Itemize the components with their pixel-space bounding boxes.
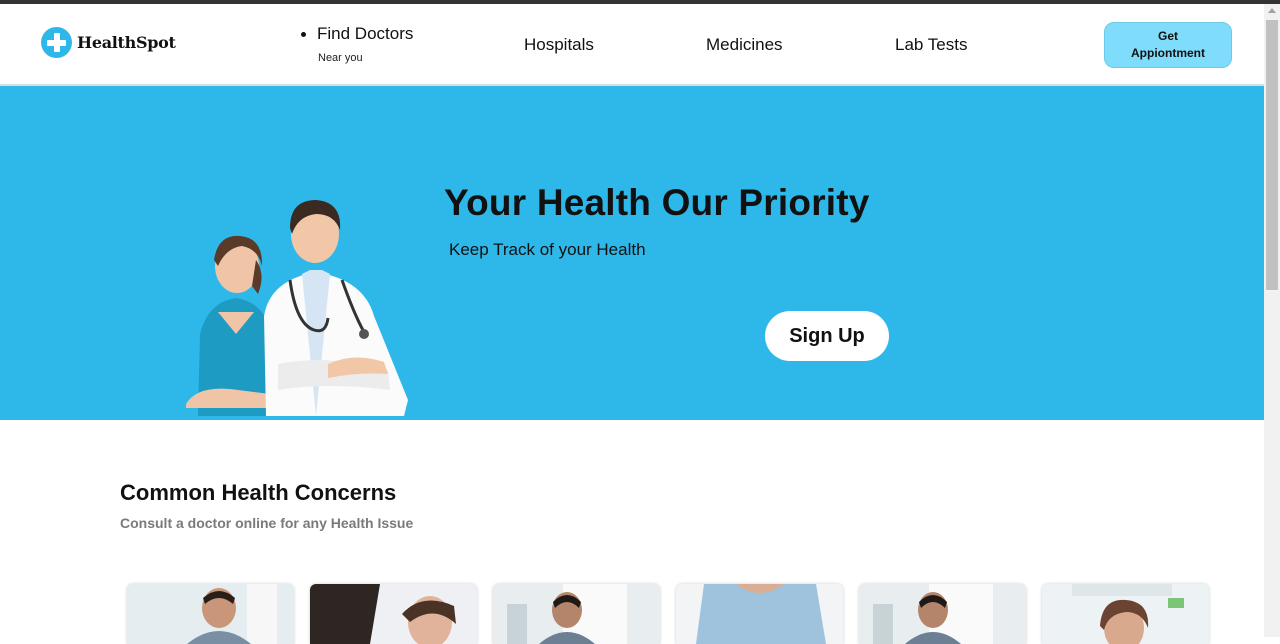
hero-subtitle: Keep Track of your Health — [449, 240, 646, 259]
concern-card-image — [1042, 584, 1209, 644]
logo[interactable]: HealthSpot — [41, 27, 176, 58]
concern-card-image — [859, 584, 1026, 644]
concern-card[interactable] — [310, 584, 477, 644]
hero-banner: Your Health Our Priority Keep Track of y… — [0, 86, 1264, 420]
bullet-icon — [301, 31, 306, 37]
concern-card[interactable] — [127, 584, 294, 644]
nav-find-doctors[interactable]: Find Doctors Near you — [301, 24, 413, 64]
medical-cross-icon — [41, 27, 72, 58]
sign-up-button[interactable]: Sign Up — [765, 311, 889, 361]
concern-card[interactable] — [676, 584, 843, 644]
nav-medicines[interactable]: Medicines — [706, 35, 783, 55]
hero-title: Your Health Our Priority — [444, 182, 870, 223]
scroll-up-arrow-icon[interactable] — [1268, 8, 1276, 13]
concern-card-image — [676, 584, 843, 644]
section-title: Common Health Concerns — [120, 480, 397, 505]
doctors-illustration — [186, 200, 408, 416]
nav-lab-tests[interactable]: Lab Tests — [895, 35, 967, 55]
concern-card-image — [127, 584, 294, 644]
logo-text: HealthSpot — [77, 33, 176, 52]
section-subtitle: Consult a doctor online for any Health I… — [120, 515, 414, 531]
concern-card[interactable] — [1042, 584, 1209, 644]
scrollbar[interactable] — [1264, 4, 1280, 637]
concern-card-image — [493, 584, 660, 644]
nav-find-doctors-label: Find Doctors — [317, 24, 414, 43]
concern-card-image — [310, 584, 477, 644]
site-header: HealthSpot Find Doctors Near you Hospita… — [0, 4, 1264, 86]
nav-find-doctors-sublabel: Near you — [318, 52, 363, 64]
scrollbar-thumb[interactable] — [1266, 20, 1278, 290]
nav-hospitals[interactable]: Hospitals — [524, 35, 594, 55]
concern-card[interactable] — [859, 584, 1026, 644]
get-appointment-button[interactable]: Get Appiontment — [1104, 22, 1232, 68]
concern-card[interactable] — [493, 584, 660, 644]
